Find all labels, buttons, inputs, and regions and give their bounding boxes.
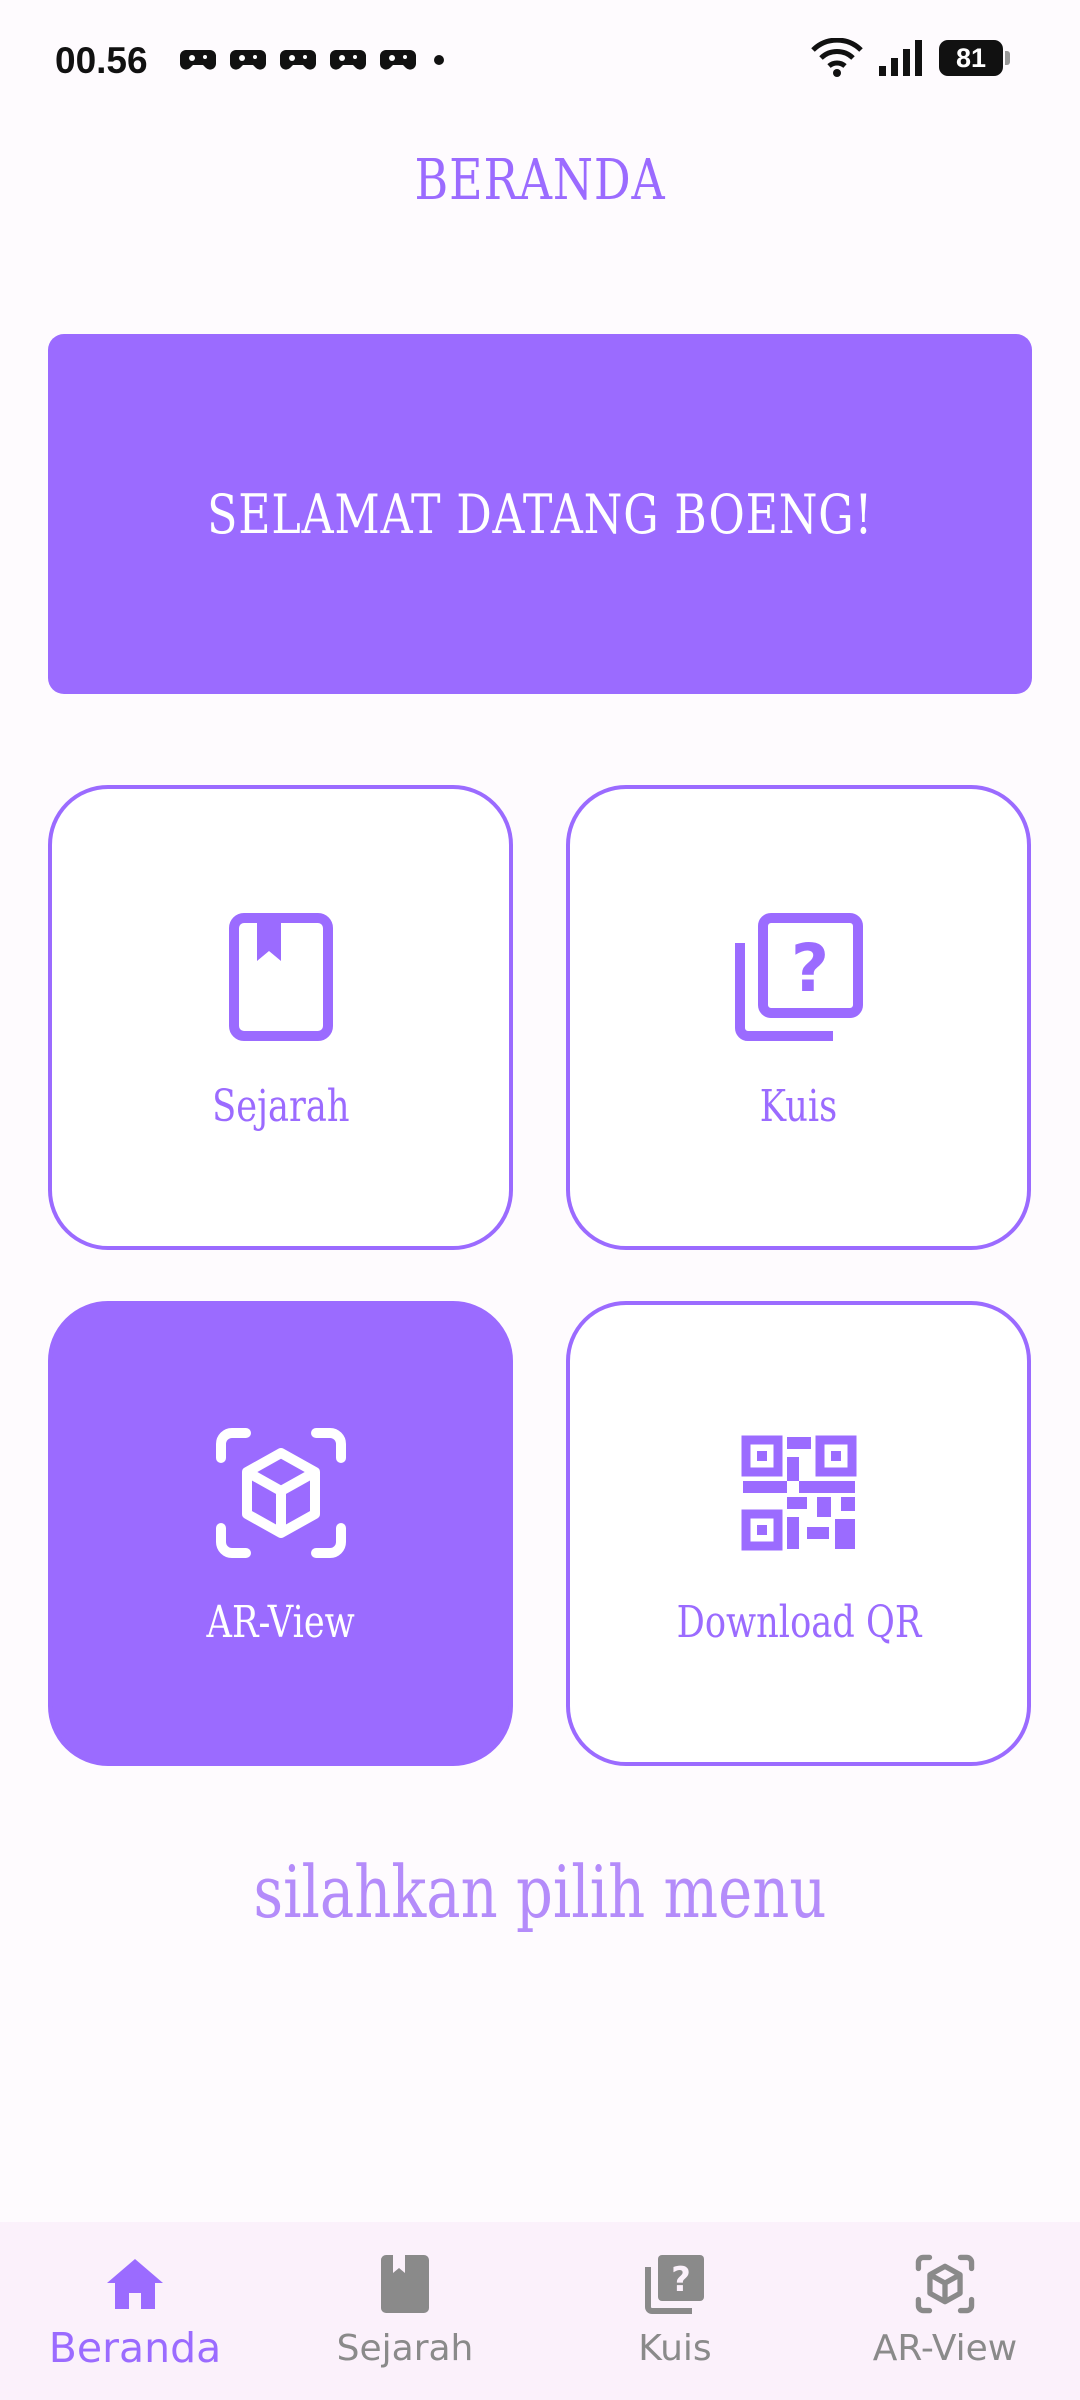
menu-card-label: AR-View <box>206 1597 355 1648</box>
game-controller-icon <box>230 50 266 70</box>
nav-item-kuis[interactable]: ? Kuis <box>540 2222 810 2400</box>
quiz-icon: ? <box>643 2252 707 2316</box>
nav-label: Sejarah <box>336 2328 474 2369</box>
book-icon <box>373 2252 437 2316</box>
page-title: BERANDA <box>414 148 666 213</box>
welcome-banner: SELAMAT DATANG BOENG! <box>48 334 1032 694</box>
home-icon <box>103 2252 167 2316</box>
nav-item-ar-view[interactable]: AR-View <box>810 2222 1080 2400</box>
signal-icon <box>879 40 922 76</box>
wifi-icon <box>811 38 863 77</box>
game-controller-icon <box>280 50 316 70</box>
status-time: 00.56 <box>55 40 148 81</box>
ar-cube-icon <box>211 1423 351 1563</box>
menu-card-label: Kuis <box>759 1081 838 1132</box>
system-status: 81 <box>811 38 1010 78</box>
notification-icons <box>180 44 444 76</box>
dot-icon <box>434 55 444 65</box>
svg-text:?: ? <box>671 2260 691 2300</box>
battery-level: 81 <box>955 42 987 73</box>
battery-tip <box>1005 51 1010 65</box>
nav-item-sejarah[interactable]: Sejarah <box>270 2222 540 2400</box>
battery-icon: 81 <box>939 40 1003 76</box>
nav-label: AR-View <box>872 2328 1018 2369</box>
nav-item-beranda[interactable]: Beranda <box>0 2222 270 2400</box>
menu-card-label: Sejarah <box>211 1081 350 1132</box>
game-controller-icon <box>180 50 216 70</box>
qr-code-icon <box>729 1423 869 1563</box>
bottom-navigation: Beranda Sejarah ? Kuis AR-View <box>0 2222 1080 2400</box>
quiz-icon: ? <box>729 907 869 1047</box>
nav-label: Kuis <box>638 2328 712 2369</box>
menu-card-label: Download QR <box>676 1597 921 1648</box>
book-icon <box>211 907 351 1047</box>
ar-cube-icon <box>913 2252 977 2316</box>
menu-card-ar-view[interactable]: AR-View <box>48 1301 513 1766</box>
welcome-text: SELAMAT DATANG BOENG! <box>206 482 873 546</box>
game-controller-icon <box>380 50 416 70</box>
hint-text: silahkan pilih menu <box>253 1850 827 1934</box>
menu-card-download-qr[interactable]: Download QR <box>566 1301 1031 1766</box>
game-controller-icon <box>330 50 366 70</box>
status-bar: 00.56 81 <box>0 0 1080 125</box>
svg-text:?: ? <box>790 930 828 1007</box>
nav-label: Beranda <box>48 2324 222 2372</box>
menu-card-kuis[interactable]: ? Kuis <box>566 785 1031 1250</box>
menu-card-sejarah[interactable]: Sejarah <box>48 785 513 1250</box>
